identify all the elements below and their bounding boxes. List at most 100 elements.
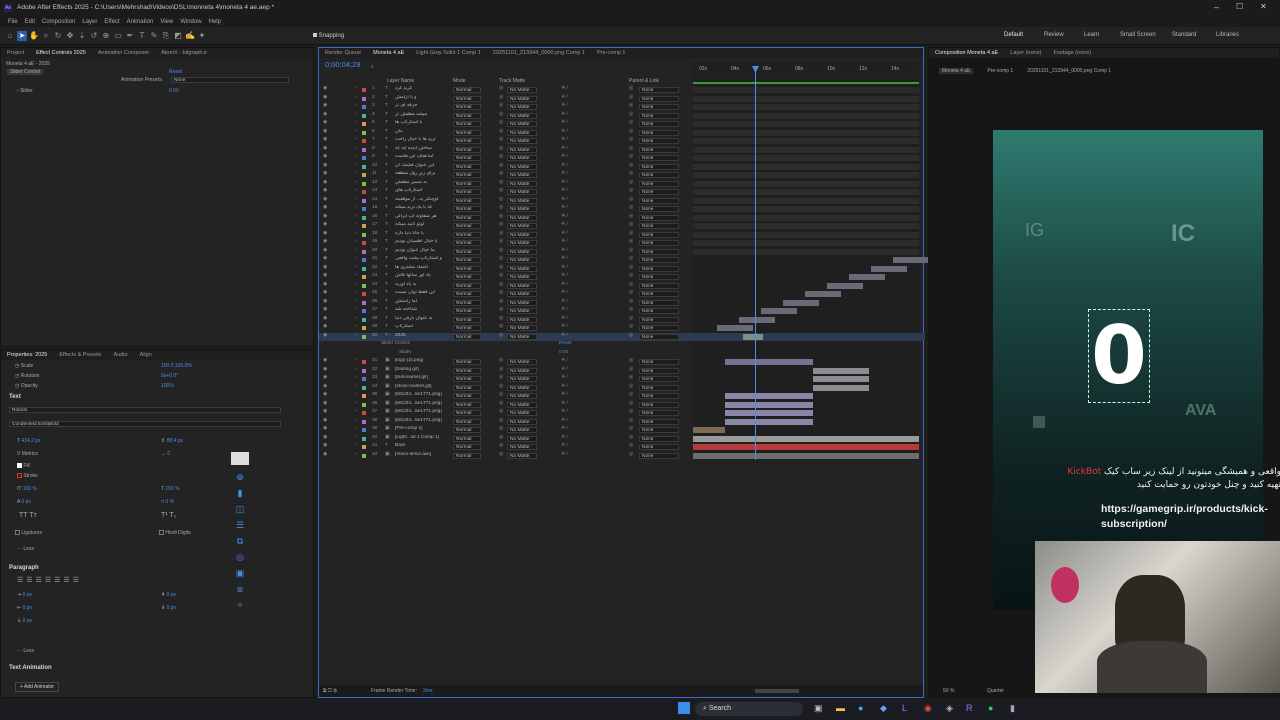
slider-reset[interactable]: Reset [559, 341, 572, 346]
matte-dropdown[interactable]: No Matte [507, 274, 537, 280]
switches-icon[interactable]: ✳ / [561, 367, 568, 372]
parent-dropdown[interactable]: None [639, 291, 679, 297]
parent-dropdown[interactable]: None [639, 308, 679, 314]
layer-name[interactable]: [logo (2).png] [395, 358, 451, 363]
parent-dropdown[interactable]: None [639, 180, 679, 187]
layer-row[interactable]: ◉ › 20 T ما خیال عنوان بودیم Normal ◎ No Matte ✳… [319, 248, 925, 257]
layer-name[interactable]: اما راستش [395, 299, 451, 304]
label-color[interactable] [362, 453, 366, 458]
layer-name[interactable]: و استارتاپ پشت واقعی [395, 256, 451, 261]
layer-name[interactable]: [b612f4...5e1771.png] [395, 418, 451, 423]
label-color[interactable] [362, 402, 366, 407]
mode-dropdown[interactable]: Normal [453, 214, 481, 221]
expand-chevron-icon[interactable]: › [355, 222, 357, 227]
expand-chevron-icon[interactable]: › [355, 205, 357, 210]
switches-icon[interactable]: ✳ / [561, 375, 568, 380]
layer-duration-bar[interactable] [693, 452, 919, 459]
expand-chevron-icon[interactable]: › [355, 197, 357, 202]
matte-dropdown[interactable]: No Matte [507, 104, 537, 110]
vscode-icon[interactable]: ◆ [880, 703, 887, 714]
switches-icon[interactable]: ✳ / [561, 290, 568, 295]
mode-dropdown[interactable]: Normal [453, 265, 481, 272]
label-color[interactable] [362, 428, 366, 432]
switches-icon[interactable]: ✳ / [561, 316, 568, 321]
parent-dropdown[interactable]: None [639, 87, 679, 93]
layer-duration-bar[interactable] [725, 359, 813, 365]
pickwhip-icon[interactable]: ◎ [629, 443, 633, 448]
layer-name[interactable]: این عنوان قشنگ آن [395, 163, 451, 168]
tab-effects-presets[interactable]: Effects & Presets [59, 352, 101, 358]
parent-dropdown[interactable]: None [639, 146, 679, 153]
pickwhip-icon[interactable]: ◎ [629, 409, 633, 414]
add-animator-button[interactable]: + Add Animator [15, 682, 60, 692]
mode-dropdown[interactable]: Normal [453, 189, 481, 195]
pickwhip-icon[interactable]: ◎ [629, 299, 633, 304]
eye-icon[interactable]: ◉ [323, 299, 327, 304]
layer-row[interactable]: ◉ › 21 T و استارتاپ پشت واقعی Normal ◎ No Matte… [319, 256, 929, 265]
switches-icon[interactable]: ✳ / [561, 231, 568, 236]
eye-icon[interactable]: ◉ [323, 239, 327, 244]
layer-duration-bar[interactable] [693, 95, 919, 102]
matte-dropdown[interactable]: No Matte [507, 410, 537, 416]
pickwhip-icon[interactable]: ◎ [629, 324, 633, 329]
parent-dropdown[interactable]: None [639, 325, 679, 331]
switches-icon[interactable]: ✳ / [561, 95, 568, 100]
layer-name[interactable]: حرفه ای تر [395, 103, 451, 108]
expand-chevron-icon[interactable]: › [355, 401, 357, 406]
menu-view[interactable]: View [160, 19, 173, 25]
layer-row[interactable]: ◉ › 32 ▣ [trading.gif] Normal ◎ No Matte ✳ / ◎ Non… [319, 367, 925, 376]
tab-properties[interactable]: Properties: 2025 [7, 352, 47, 358]
matte-dropdown[interactable]: No Matte [507, 452, 537, 459]
eye-icon[interactable]: ◉ [323, 197, 327, 202]
eye-icon[interactable]: ◉ [323, 163, 327, 168]
layer-name[interactable]: یاد آور سالها تلاش [395, 273, 451, 278]
mode-dropdown[interactable]: Normal [453, 291, 481, 297]
matte-dropdown[interactable]: No Matte [507, 435, 537, 442]
mode-dropdown[interactable]: Normal [453, 376, 481, 382]
layer-row[interactable]: ◉ › 42 ▣ [Voice-lemiz.aac] Normal ◎ No Matte ✳ /… [319, 452, 925, 461]
layer-name[interactable]: و با آرامش [395, 95, 451, 100]
matte-dropdown[interactable]: No Matte [507, 401, 537, 408]
expand-chevron-icon[interactable]: › [355, 299, 357, 304]
parent-dropdown[interactable]: None [639, 359, 679, 365]
tab-animation-composer[interactable]: Animation Composer [98, 50, 149, 56]
eye-icon[interactable]: ◉ [323, 256, 327, 261]
parent-dropdown[interactable]: None [639, 418, 679, 425]
label-color[interactable] [362, 139, 366, 143]
layer-name[interactable]: استارتاپ [395, 324, 451, 329]
layer-row[interactable]: ◉ › 7 T ترید ها با خیال راحت Normal ◎ No Matte ✳… [319, 137, 925, 146]
workspace-learn[interactable]: Learn [1084, 32, 1099, 38]
label-color[interactable] [362, 215, 366, 220]
label-color[interactable] [362, 249, 366, 254]
eye-icon[interactable]: ◉ [323, 290, 327, 295]
mode-dropdown[interactable]: Normal [453, 308, 481, 314]
expand-chevron-icon[interactable]: › [355, 95, 357, 100]
layer-duration-bar[interactable] [813, 384, 869, 391]
layer-row[interactable]: ◉ › 28 T به عنوان بارقی دنیا Normal ◎ No Matte ✳… [319, 316, 925, 325]
menu-edit[interactable]: Edit [25, 19, 35, 25]
layer-duration-bar[interactable] [693, 146, 919, 153]
tab-pre-comp-1[interactable]: Pre-comp 1 [597, 50, 625, 56]
pickwhip-icon[interactable]: ◎ [629, 273, 633, 278]
layer-name[interactable]: [trading.gif] [395, 367, 451, 372]
start-button[interactable] [678, 702, 690, 714]
layer-name[interactable]: کرید کرد [395, 86, 451, 91]
layer-row[interactable]: ◉ › 13 T استارتاپ های Normal ◎ No Matte ✳ / ◎ None [319, 188, 925, 197]
matte-dropdown[interactable]: No Matte [507, 265, 537, 272]
eye-icon[interactable]: ◉ [323, 205, 327, 210]
mode-dropdown[interactable]: Normal [453, 240, 481, 246]
pickwhip-icon[interactable]: ◎ [629, 248, 633, 253]
less-button-text[interactable]: ··· Less [17, 546, 34, 552]
matte-dropdown[interactable]: No Matte [507, 231, 537, 238]
eye-icon[interactable]: ◉ [323, 426, 327, 431]
switches-icon[interactable]: ✳ / [561, 401, 568, 406]
expand-chevron-icon[interactable]: › [355, 129, 357, 134]
orbit-tool-icon[interactable]: ↻ [53, 31, 63, 41]
expand-chevron-icon[interactable]: › [355, 214, 357, 219]
layer-row[interactable]: ◉ › 12 T به مسیر مطمئن Normal ◎ No Matte ✳ / ◎ Non… [319, 180, 925, 189]
tab-effect-controls[interactable]: Effect Controls 2025 [36, 50, 86, 56]
playhead[interactable] [755, 68, 756, 460]
matte-dropdown[interactable]: No Matte [507, 257, 537, 263]
switches-icon[interactable]: ✳ / [561, 197, 568, 202]
switches-icon[interactable]: ✳ / [561, 273, 568, 278]
